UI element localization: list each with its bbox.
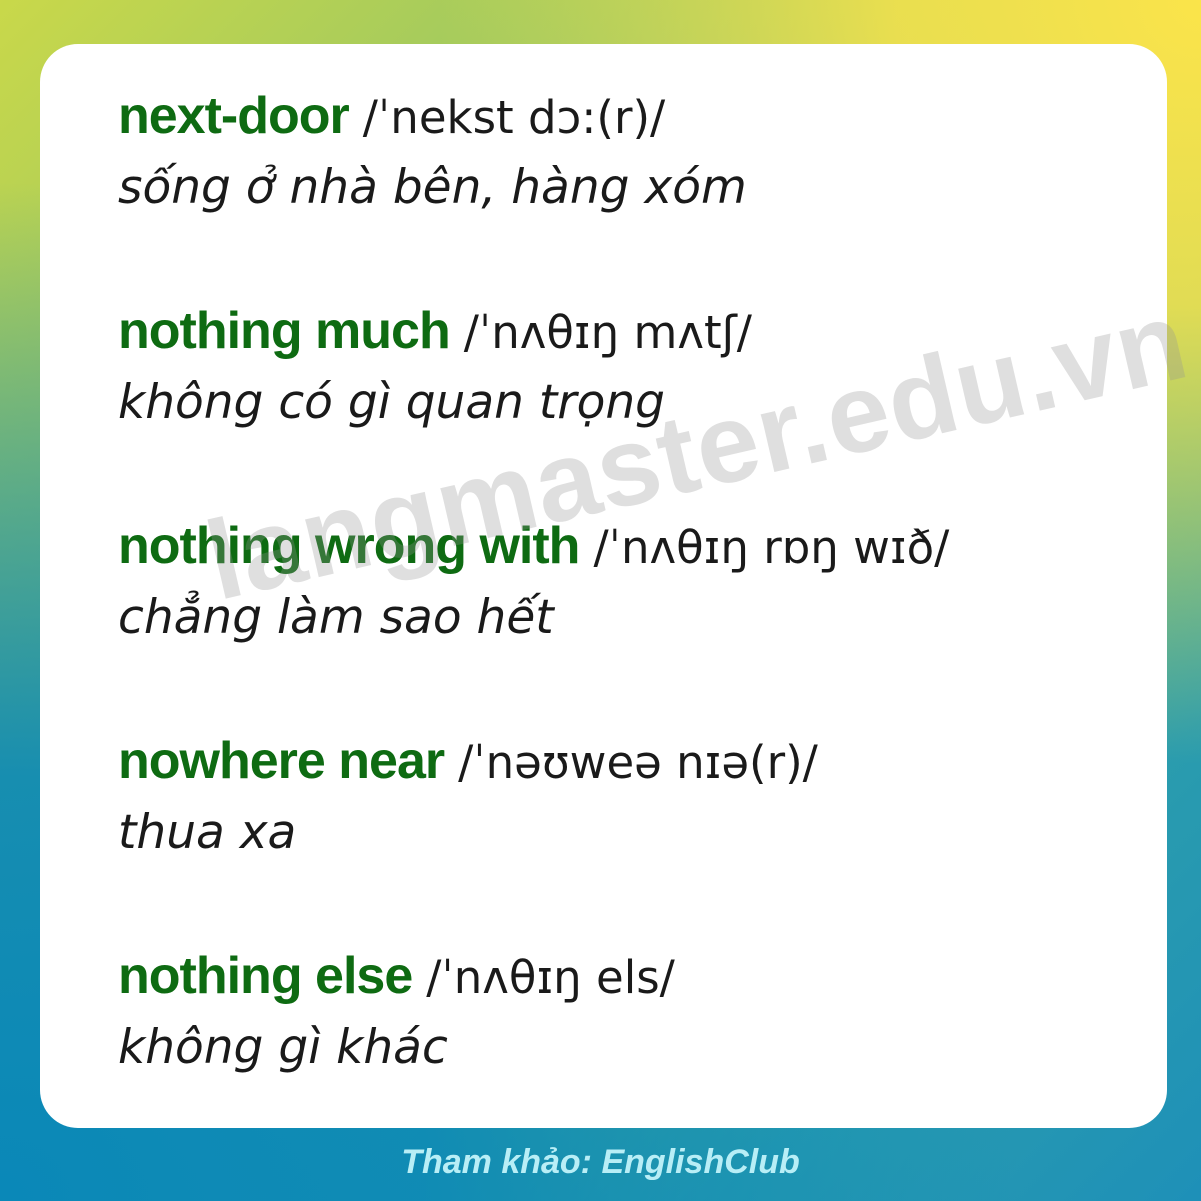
vocab-entry-nowhere-near: nowhere near/ˈnəʊweə nɪə(r)/ thua xa [118, 735, 1118, 856]
entry-heading: nothing much/ˈnʌθɪŋ mʌtʃ/ [118, 305, 1118, 357]
vocab-entry-nothing-else: nothing else/ˈnʌθɪŋ els/ không gì khác [118, 950, 1118, 1071]
entry-ipa: /ˈnekst dɔ:(r)/ [362, 91, 666, 144]
entry-heading: nothing else/ˈnʌθɪŋ els/ [118, 950, 1118, 1002]
entry-meaning: sống ở nhà bên, hàng xóm [118, 160, 747, 215]
entry-meaning: không có gì quan trọng [118, 375, 665, 430]
entry-meaning: không gì khác [118, 1020, 448, 1075]
entry-term: nowhere near [118, 732, 445, 790]
entry-meaning: chẳng làm sao hết [118, 590, 554, 645]
vocab-entry-nothing-wrong-with: nothing wrong with/ˈnʌθɪŋ rɒŋ wɪð/ chẳng… [118, 520, 1118, 641]
entry-term: nothing else [118, 947, 413, 1005]
entry-meaning: thua xa [118, 805, 297, 860]
entry-heading: nowhere near/ˈnəʊweə nɪə(r)/ [118, 735, 1118, 787]
entry-ipa: /ˈnʌθɪŋ els/ [426, 951, 675, 1004]
entry-heading: nothing wrong with/ˈnʌθɪŋ rɒŋ wɪð/ [118, 520, 1118, 572]
vocab-entry-next-door: next-door/ˈnekst dɔ:(r)/ sống ở nhà bên,… [118, 90, 1118, 211]
vocab-entry-nothing-much: nothing much/ˈnʌθɪŋ mʌtʃ/ không có gì qu… [118, 305, 1118, 426]
entry-ipa: /ˈnʌθɪŋ rɒŋ wɪð/ [593, 521, 950, 574]
source-credit: Tham khảo: EnglishClub [401, 1143, 800, 1181]
entry-term: nothing much [118, 302, 451, 360]
entry-term: next-door [118, 87, 350, 145]
entry-term: nothing wrong with [118, 517, 580, 575]
entry-heading: next-door/ˈnekst dɔ:(r)/ [118, 90, 1118, 142]
entry-ipa: /ˈnəʊweə nɪə(r)/ [458, 736, 818, 789]
entry-ipa: /ˈnʌθɪŋ mʌtʃ/ [463, 306, 752, 359]
